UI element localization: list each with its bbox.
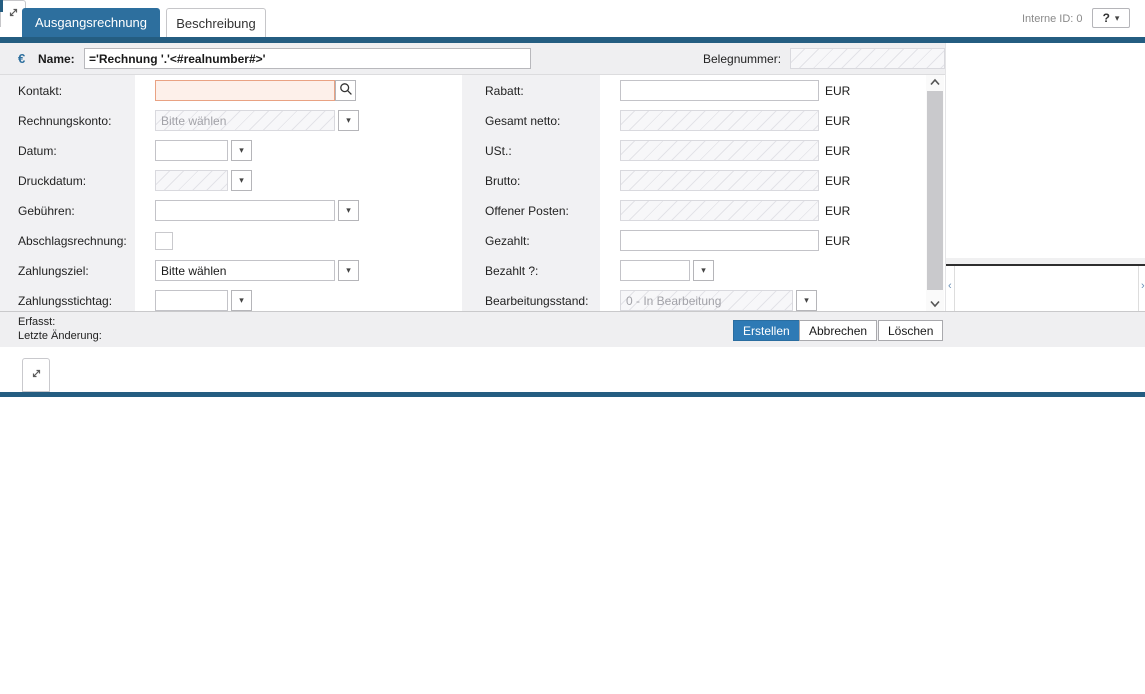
accent-bar-bottom <box>0 392 1145 397</box>
name-row: € Name: Belegnummer: <box>0 43 945 75</box>
scroll-up-button[interactable] <box>926 75 944 89</box>
letzte-aenderung-label: Letzte Änderung: <box>18 330 102 342</box>
name-input[interactable] <box>84 48 531 69</box>
currency-suffix: EUR <box>825 174 850 188</box>
help-label: ? <box>1103 11 1110 25</box>
field-label: USt.: <box>485 144 512 158</box>
row-gezahlt: Gezahlt: EUR <box>0 230 945 252</box>
scrollbar-thumb[interactable] <box>927 91 943 290</box>
bottom-expand-tab[interactable] <box>22 358 50 392</box>
currency-suffix: EUR <box>825 144 850 158</box>
vertical-scrollbar[interactable] <box>926 75 944 311</box>
erfasst-label: Erfasst: <box>18 316 55 328</box>
help-dropdown-button[interactable]: ? ▾ <box>1092 8 1130 28</box>
euro-icon: € <box>18 51 25 66</box>
rabatt-input[interactable] <box>620 80 819 101</box>
gezahlt-input[interactable] <box>620 230 819 251</box>
row-rabatt: Rabatt: EUR <box>0 80 945 102</box>
bezahlt-select[interactable] <box>620 260 690 281</box>
expand-diagonal-icon <box>7 6 20 22</box>
erstellen-button[interactable]: Erstellen <box>733 320 800 341</box>
offener-posten-field-disabled <box>620 200 819 221</box>
row-ust: USt.: EUR <box>0 140 945 162</box>
bezahlt-dropdown-button[interactable]: ▾ <box>693 260 714 281</box>
chevron-down-icon: ▾ <box>701 266 706 275</box>
bearbeitungsstand-select-disabled: 0 - In Bearbeitung <box>620 290 793 311</box>
field-label: Offener Posten: <box>485 204 569 218</box>
currency-suffix: EUR <box>825 204 850 218</box>
field-label: Gezahlt: <box>485 234 530 248</box>
belegnummer-label: Belegnummer: <box>703 52 781 66</box>
ust-field-disabled <box>620 140 819 161</box>
chevron-right-icon[interactable]: › <box>1141 281 1145 292</box>
side-panel-border-left <box>954 266 955 311</box>
invoice-edit-window: Ausgangsrechnung Beschreibung Interne ID… <box>0 0 1145 694</box>
name-label: Name: <box>38 52 75 66</box>
currency-suffix: EUR <box>825 84 850 98</box>
row-offener-posten: Offener Posten: EUR <box>0 200 945 222</box>
brutto-field-disabled <box>620 170 819 191</box>
chevron-down-icon: ▾ <box>1115 14 1120 23</box>
belegnummer-field-disabled <box>790 48 945 69</box>
side-panel: ‹ › <box>945 43 1145 311</box>
loeschen-button[interactable]: Löschen <box>878 320 943 341</box>
side-panel-scroll-area <box>946 266 1145 311</box>
form-footer: Erfasst: Letzte Änderung: Erstellen Abbr… <box>0 311 1145 347</box>
chevron-up-icon <box>929 75 941 89</box>
form-body: Kontakt: Rechnungskonto: Bitte wählen ▾ … <box>0 75 945 311</box>
field-label: Bezahlt ?: <box>485 264 538 278</box>
gesamt-netto-field-disabled <box>620 110 819 131</box>
scroll-down-button[interactable] <box>926 297 944 311</box>
row-brutto: Brutto: EUR <box>0 170 945 192</box>
currency-suffix: EUR <box>825 234 850 248</box>
row-bearbeitungsstand: Bearbeitungsstand: 0 - In Bearbeitung ▾ <box>0 290 945 312</box>
tab-beschreibung[interactable]: Beschreibung <box>166 8 266 37</box>
currency-suffix: EUR <box>825 114 850 128</box>
window-edge-accent <box>0 0 3 12</box>
chevron-down-icon <box>929 297 941 311</box>
tab-ausgangsrechnung[interactable]: Ausgangsrechnung <box>22 8 160 37</box>
row-bezahlt: Bezahlt ?: ▾ <box>0 260 945 282</box>
tab-bar: Ausgangsrechnung Beschreibung Interne ID… <box>0 0 1145 37</box>
interne-id-label: Interne ID: 0 <box>1022 13 1083 25</box>
tab-label: Ausgangsrechnung <box>35 15 147 30</box>
chevron-down-icon: ▾ <box>804 296 809 305</box>
expand-diagonal-icon <box>30 367 43 383</box>
tab-label: Beschreibung <box>176 16 256 31</box>
field-label: Brutto: <box>485 174 520 188</box>
abbrechen-button[interactable]: Abbrechen <box>799 320 877 341</box>
side-panel-border-right <box>1138 266 1139 311</box>
field-label: Rabatt: <box>485 84 524 98</box>
field-label: Bearbeitungsstand: <box>485 294 588 308</box>
row-gesamt-netto: Gesamt netto: EUR <box>0 110 945 132</box>
chevron-left-icon[interactable]: ‹ <box>948 281 952 292</box>
bearbeitungsstand-dropdown-button[interactable]: ▾ <box>796 290 817 311</box>
field-label: Gesamt netto: <box>485 114 560 128</box>
